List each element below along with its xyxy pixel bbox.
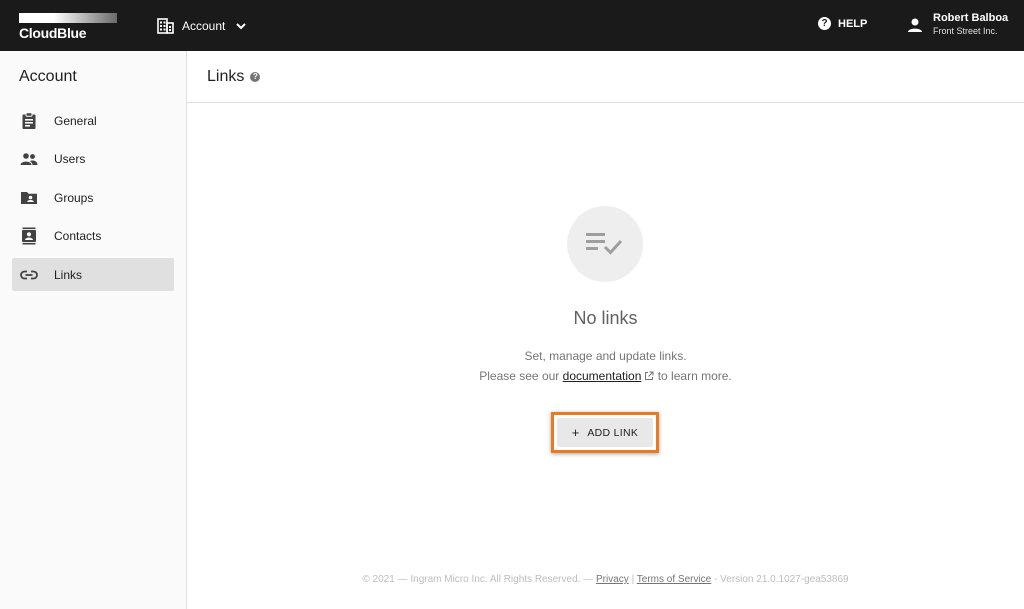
logo-bar bbox=[19, 13, 117, 23]
sidebar-nav: General Users Groups Contacts Links bbox=[12, 104, 174, 297]
sidebar-item-label: Links bbox=[54, 267, 83, 282]
privacy-link[interactable]: Privacy bbox=[596, 574, 629, 585]
help-circle-icon[interactable]: ? bbox=[250, 72, 261, 82]
sidebar-item-groups[interactable]: Groups bbox=[12, 181, 174, 214]
sidebar: Account General Users Groups Contacts Li… bbox=[0, 51, 187, 609]
sidebar-item-users[interactable]: Users bbox=[12, 143, 174, 176]
external-link-icon bbox=[645, 371, 654, 380]
empty-state-help: Please see our documentation to learn mo… bbox=[187, 369, 1024, 383]
help-button[interactable]: ? HELP bbox=[818, 17, 867, 30]
help-icon: ? bbox=[818, 17, 831, 30]
logo-text: CloudBlue bbox=[19, 25, 87, 41]
sidebar-item-label: Users bbox=[54, 152, 86, 166]
user-menu[interactable]: Robert Balboa Front Street Inc. bbox=[907, 12, 1008, 37]
help-suffix: to learn more. bbox=[657, 369, 732, 383]
building-icon bbox=[157, 18, 174, 34]
account-switcher-label: Account bbox=[182, 19, 226, 33]
sidebar-title: Account bbox=[19, 68, 77, 85]
people-icon bbox=[20, 150, 38, 168]
page-title: Links ? bbox=[207, 68, 261, 86]
page-header: Links ? bbox=[187, 51, 1024, 103]
main-content: Links ? No links Set, manage and update … bbox=[187, 51, 1024, 609]
help-prefix: Please see our bbox=[479, 369, 560, 383]
sidebar-item-contacts[interactable]: Contacts bbox=[12, 220, 174, 253]
clipboard-icon bbox=[20, 111, 38, 130]
account-switcher[interactable]: Account bbox=[157, 15, 247, 37]
list-check-icon bbox=[586, 233, 623, 255]
footer: © 2021 — Ingram Micro Inc. All Rights Re… bbox=[187, 574, 1024, 585]
user-icon bbox=[908, 18, 922, 32]
plus-icon: + bbox=[571, 425, 580, 440]
sidebar-item-links[interactable]: Links bbox=[12, 258, 174, 291]
empty-state-description: Set, manage and update links. bbox=[524, 349, 687, 363]
add-link-button[interactable]: + ADD LINK bbox=[557, 418, 653, 447]
terms-link[interactable]: Terms of Service bbox=[637, 574, 711, 585]
help-label: HELP bbox=[838, 17, 868, 30]
user-name: Robert Balboa bbox=[933, 12, 1009, 24]
sidebar-item-label: Contacts bbox=[54, 229, 102, 243]
empty-state-title: No links bbox=[573, 308, 638, 328]
contact-card-icon bbox=[20, 227, 38, 245]
empty-state-illustration bbox=[567, 206, 643, 282]
folder-account-icon bbox=[20, 189, 38, 207]
sidebar-item-general[interactable]: General bbox=[12, 104, 174, 137]
sidebar-item-label: General bbox=[54, 113, 97, 128]
footer-copyright: © 2021 — Ingram Micro Inc. All Rights Re… bbox=[362, 574, 594, 585]
sidebar-item-label: Groups bbox=[54, 190, 94, 205]
add-link-highlight: + ADD LINK bbox=[551, 412, 659, 453]
footer-version: - Version 21.0.1027-gea53869 bbox=[714, 574, 849, 585]
page-title-text: Links bbox=[207, 68, 245, 85]
cloudblue-logo[interactable]: CloudBlue bbox=[19, 13, 117, 41]
link-icon bbox=[20, 266, 38, 284]
top-bar: CloudBlue Account ? HELP Robert Balboa F… bbox=[0, 0, 1024, 51]
add-link-label: ADD LINK bbox=[587, 426, 639, 439]
footer-separator: | bbox=[631, 574, 635, 585]
user-org: Front Street Inc. bbox=[933, 26, 998, 36]
chevron-down-icon bbox=[236, 23, 247, 30]
documentation-link[interactable]: documentation bbox=[563, 369, 642, 383]
